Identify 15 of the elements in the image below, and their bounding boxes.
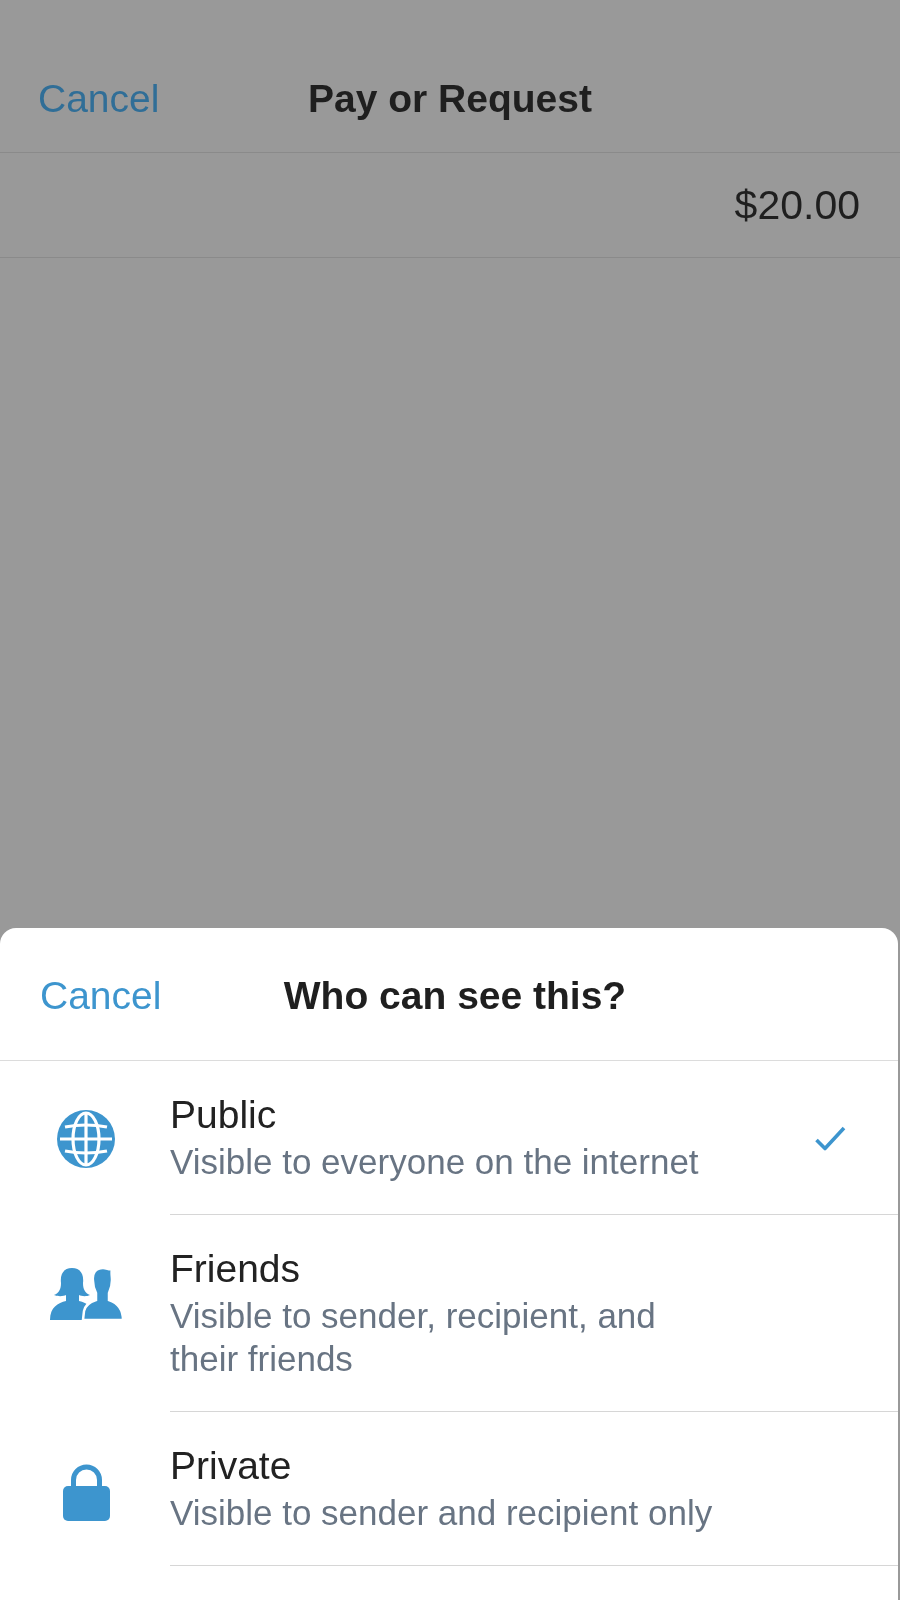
option-title: Private [170,1443,293,1489]
option-title: Friends [170,1246,302,1292]
amount-text: $20.00 [734,181,860,229]
two-people-icon [48,1267,124,1320]
visibility-option[interactable]: Private Visible to sender and recipient only [0,1412,898,1566]
option-description: Visible to sender, recipient, and their friends [170,1295,657,1380]
option-title: Public [170,1092,278,1138]
visibility-option[interactable]: Public Visible to everyone on the internet [0,1061,898,1215]
visibility-option[interactable]: Friends Visible to sender, recipient, and their friends [0,1215,898,1412]
screen-title: Pay or Request [308,76,592,122]
globe-icon [57,1110,115,1168]
padlock-icon [62,1464,110,1521]
option-description: Visible to sender and recipient only [170,1492,714,1534]
sheet-title: Who can see this? [283,973,627,1019]
option-description: Visible to everyone on the internet [170,1141,700,1183]
